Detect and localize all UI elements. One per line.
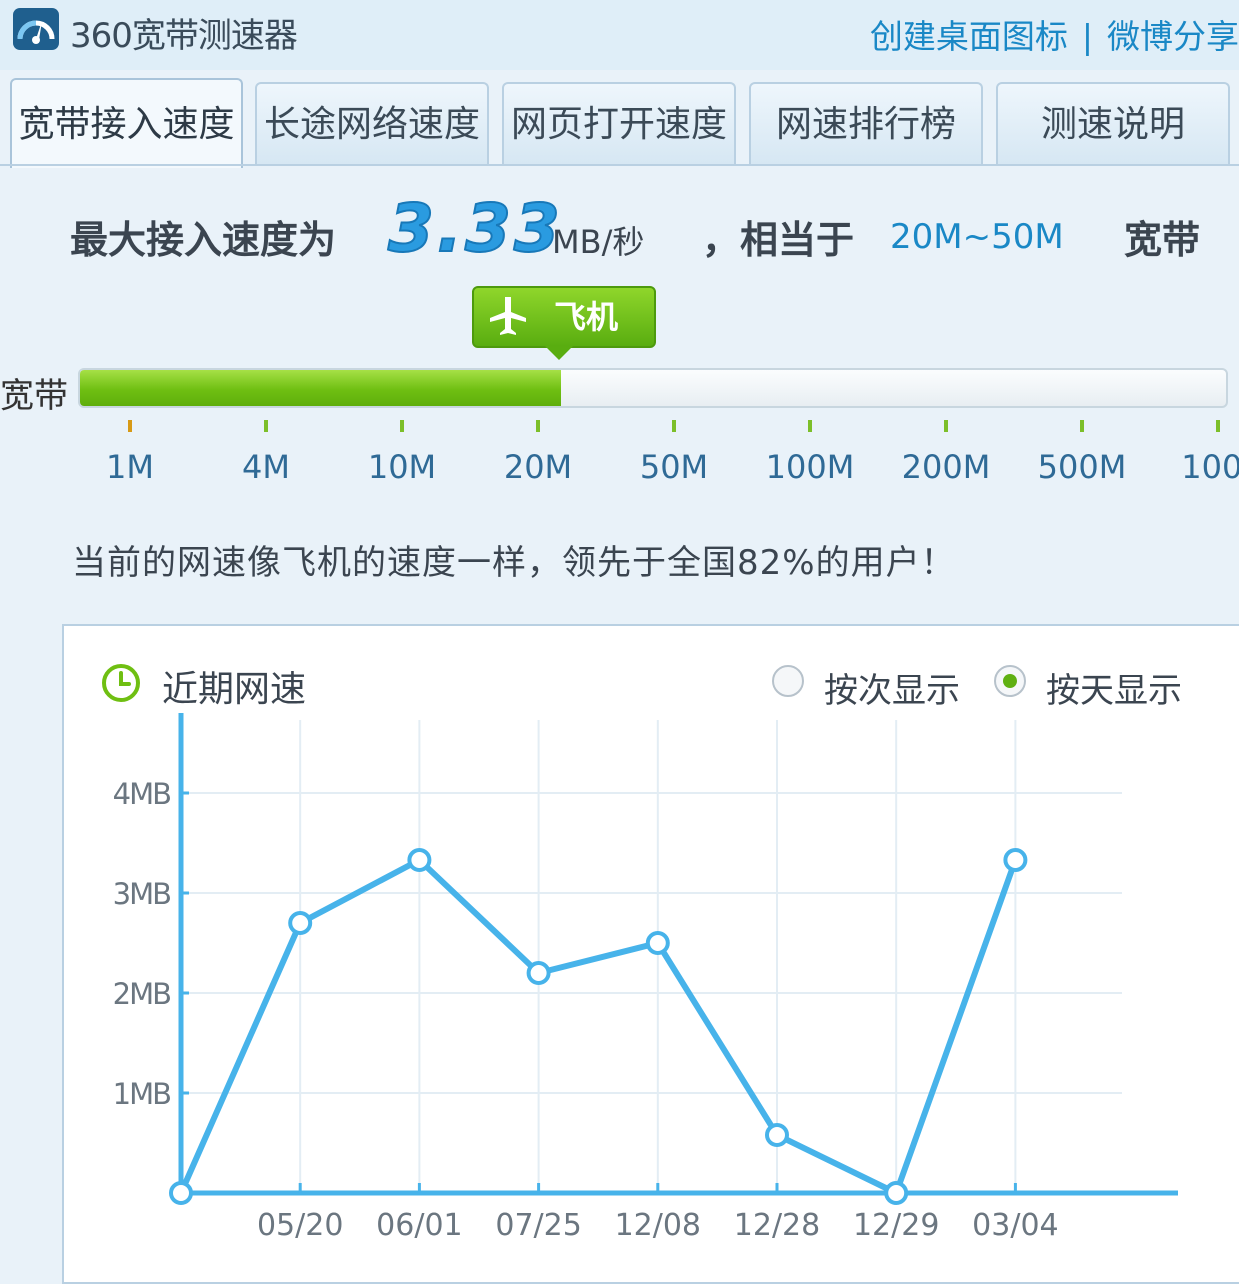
recent-speed-chart: 1MB 2MB 3MB 4MB 05/20 06/01 07/25 12/08 12/28 12/… <box>113 713 1178 1243</box>
x-tick-label: 12/08 <box>615 1208 701 1243</box>
x-tick-label: 06/01 <box>376 1208 462 1243</box>
y-tick-label: 3MB <box>113 877 170 911</box>
x-tick-label: 12/28 <box>734 1208 820 1243</box>
x-tick-label: 05/20 <box>257 1208 343 1243</box>
speed-series-line <box>178 857 1019 1196</box>
speed-data-point <box>288 911 313 935</box>
y-tick-label: 2MB <box>113 977 170 1011</box>
x-tick-label: 03/04 <box>972 1208 1058 1243</box>
x-tick-label: 07/25 <box>495 1208 581 1243</box>
speed-data-point <box>1003 848 1028 872</box>
x-tick-label: 12/29 <box>853 1208 939 1243</box>
speed-data-point <box>765 1123 789 1147</box>
y-tick-label: 4MB <box>113 777 170 811</box>
y-tick-label: 1MB <box>113 1077 170 1111</box>
speed-data-point <box>645 931 670 955</box>
speed-data-point <box>407 848 432 872</box>
speed-data-point <box>169 1181 193 1205</box>
speed-data-point <box>884 1181 909 1205</box>
speed-data-point <box>526 961 551 985</box>
